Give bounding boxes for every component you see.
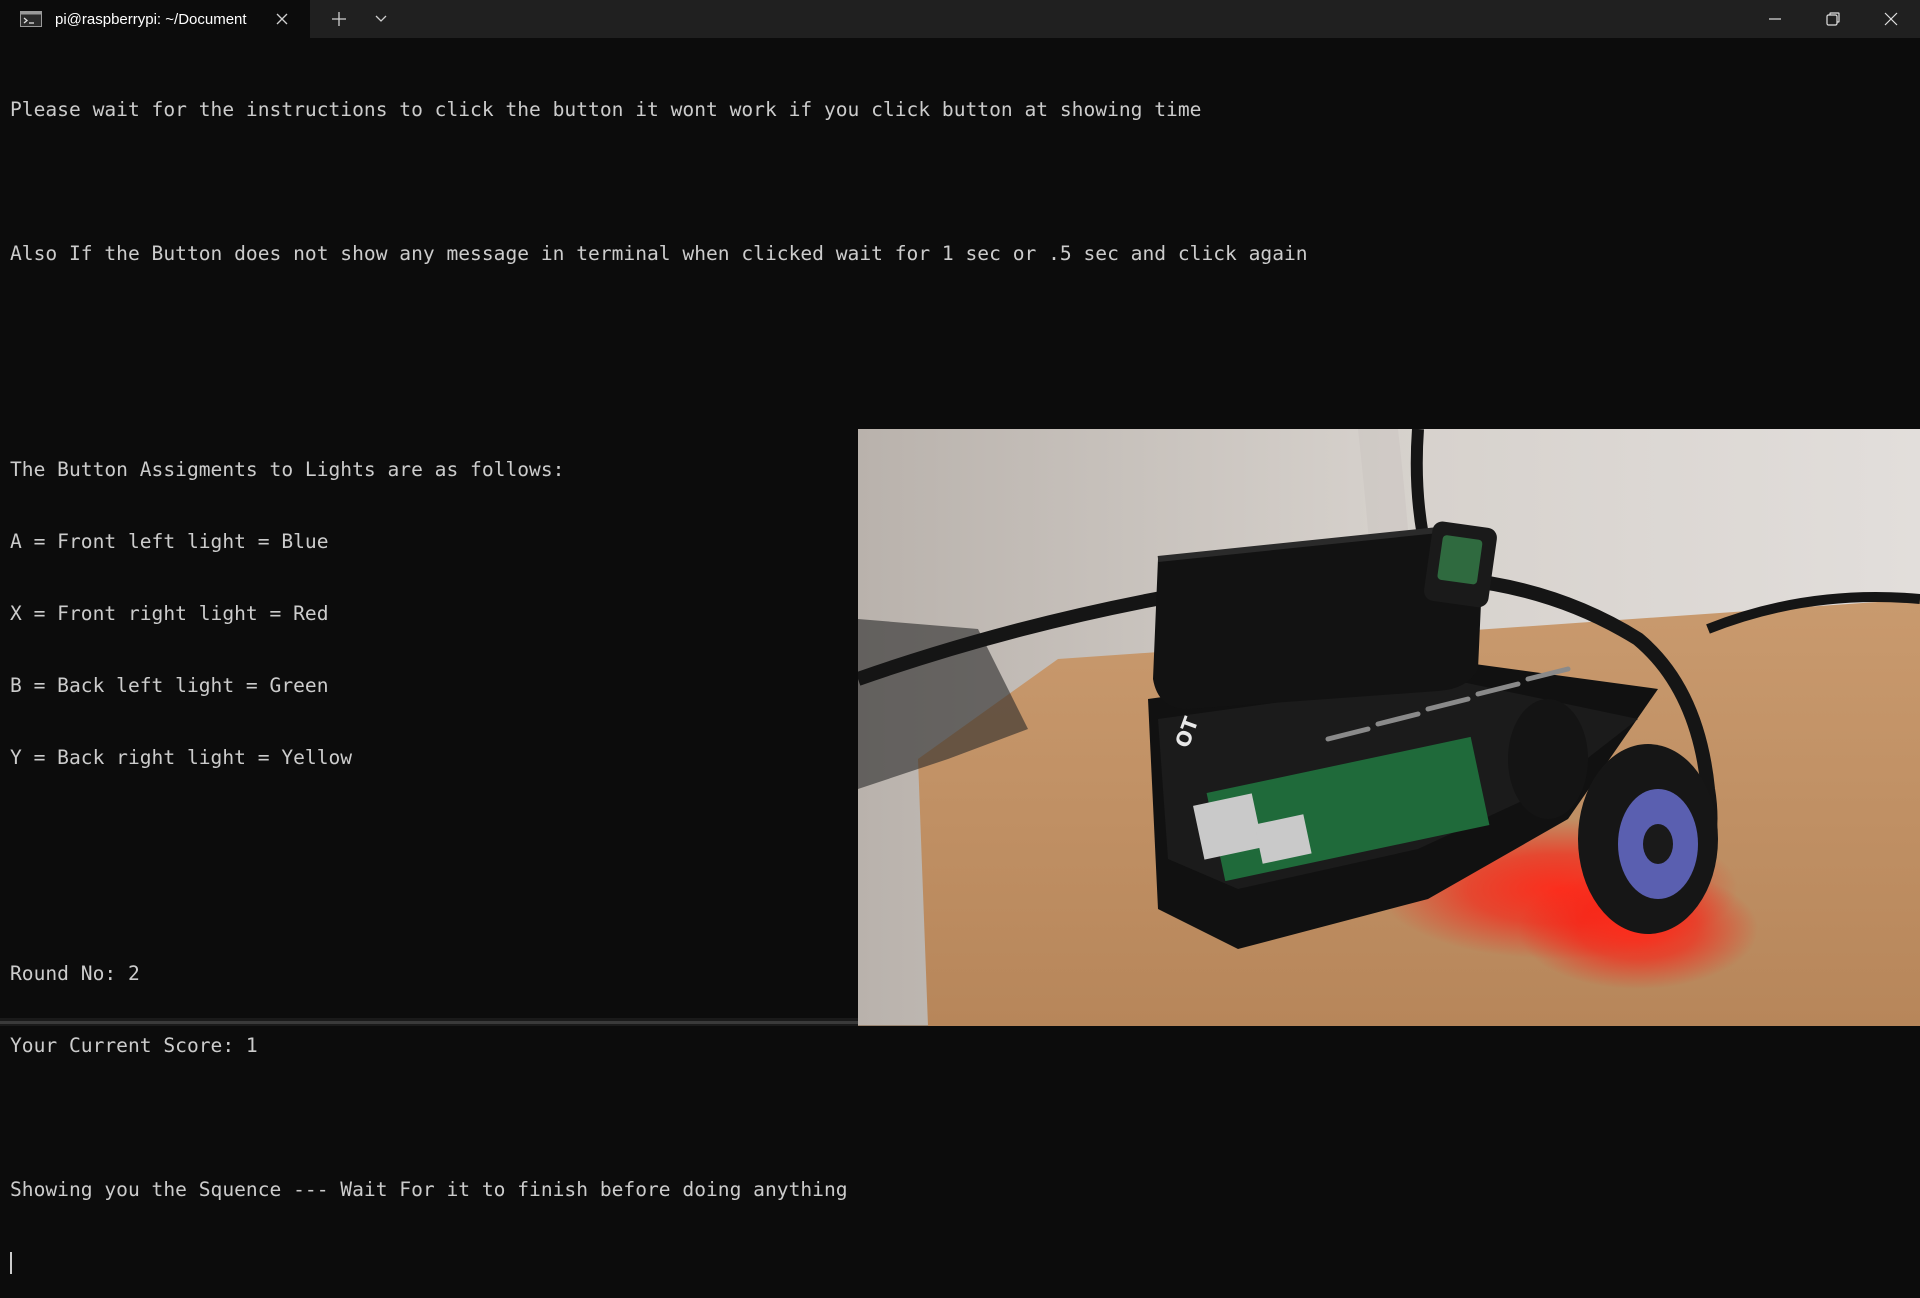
close-window-icon[interactable] [1862,0,1920,38]
text-cursor [10,1251,12,1274]
terminal-line: Please wait for the instructions to clic… [10,98,1202,121]
terminal-line: Your Current Score: 1 [10,1034,258,1057]
scrollbar-thumb[interactable] [0,1021,858,1024]
window-controls [1746,0,1920,38]
chevron-down-icon[interactable] [360,0,402,38]
minimize-icon[interactable] [1746,0,1804,38]
plus-icon[interactable] [318,0,360,38]
terminal-icon [20,11,42,27]
restore-icon[interactable] [1804,0,1862,38]
terminal-tab[interactable]: pi@raspberrypi: ~/Document [0,0,310,38]
horizontal-scrollbar[interactable] [0,1018,858,1026]
terminal-prompt [10,1250,1920,1274]
robot-video-overlay: OT [858,429,1920,1026]
terminal-line: Showing you the Squence --- Wait For it … [10,1178,848,1201]
close-icon[interactable] [273,10,291,28]
terminal-line: Also If the Button does not show any mes… [10,242,1308,265]
tab-title: pi@raspberrypi: ~/Document [55,10,247,28]
title-bar: pi@raspberrypi: ~/Document [0,0,1920,38]
